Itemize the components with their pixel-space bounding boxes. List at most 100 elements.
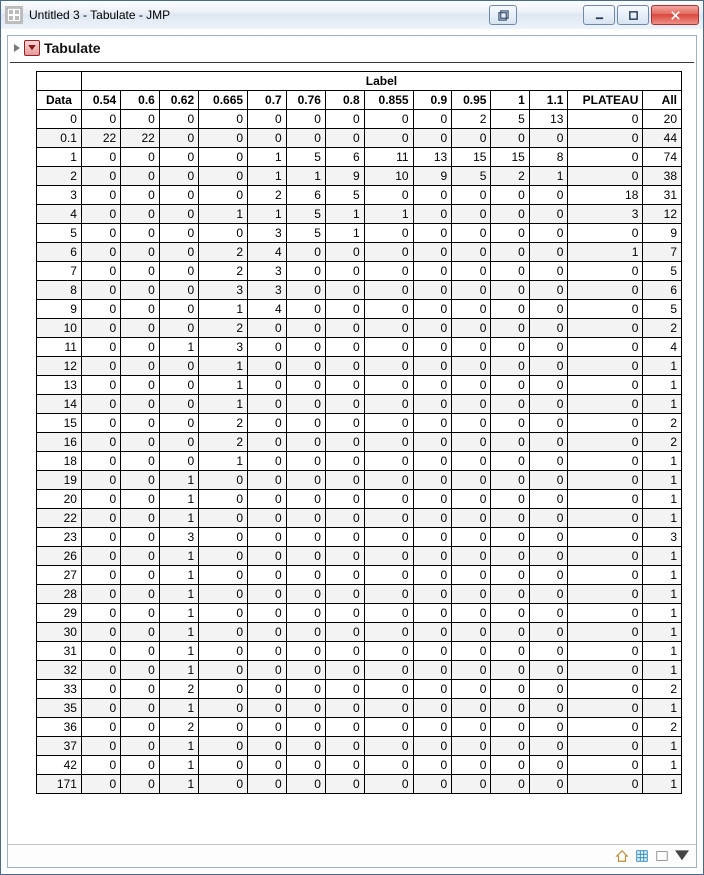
cell: 9 xyxy=(413,167,452,186)
table-container[interactable]: Label Data 0.540.60.620.6650.70.760.80.8… xyxy=(8,63,696,844)
window-controls xyxy=(581,5,699,25)
cell: 0 xyxy=(121,243,160,262)
column-header[interactable]: 0.855 xyxy=(364,91,413,110)
cell: 15 xyxy=(452,148,491,167)
cell: 0 xyxy=(81,718,120,737)
column-header[interactable]: 1 xyxy=(491,91,529,110)
table-row[interactable]: 2300300000000003 xyxy=(37,528,682,547)
cell: 0 xyxy=(491,433,529,452)
cell: 0 xyxy=(248,566,287,585)
table-row[interactable]: 600024000000017 xyxy=(37,243,682,262)
cell: 0 xyxy=(413,680,452,699)
cell: 0 xyxy=(364,300,413,319)
table-row[interactable]: 2600100000000001 xyxy=(37,547,682,566)
disclosure-icon[interactable] xyxy=(12,43,22,53)
table-row[interactable]: 3200100000000001 xyxy=(37,661,682,680)
cell: 0 xyxy=(568,566,643,585)
table-row[interactable]: 3000100000000001 xyxy=(37,623,682,642)
cell: 0 xyxy=(199,737,248,756)
table-row[interactable]: 800033000000006 xyxy=(37,281,682,300)
close-button[interactable] xyxy=(651,5,699,25)
table-row[interactable]: 2700100000000001 xyxy=(37,566,682,585)
cell: 0 xyxy=(568,224,643,243)
column-header[interactable]: 0.95 xyxy=(452,91,491,110)
table-row[interactable]: 3600200000000002 xyxy=(37,718,682,737)
cell: 0 xyxy=(81,205,120,224)
table-row[interactable]: 2800100000000001 xyxy=(37,585,682,604)
cell: 0 xyxy=(491,129,529,148)
column-header[interactable]: PLATEAU xyxy=(568,91,643,110)
minimize-button[interactable] xyxy=(583,5,615,25)
table-row[interactable]: 2200100000000001 xyxy=(37,509,682,528)
cell: 2 xyxy=(199,262,248,281)
table-row[interactable]: 10000156111315158074 xyxy=(37,148,682,167)
table-row[interactable]: 1800010000000001 xyxy=(37,452,682,471)
cell: 3 xyxy=(248,262,287,281)
table-row[interactable]: 1300010000000001 xyxy=(37,376,682,395)
cell: 0 xyxy=(364,642,413,661)
table-row[interactable]: 30000265000001831 xyxy=(37,186,682,205)
table-row[interactable]: 3700100000000001 xyxy=(37,737,682,756)
table-row[interactable]: 1900100000000001 xyxy=(37,471,682,490)
table-row[interactable]: 17100100000000001 xyxy=(37,775,682,794)
cell: 0 xyxy=(248,509,287,528)
cell: 0 xyxy=(364,509,413,528)
table-row[interactable]: 1400010000000001 xyxy=(37,395,682,414)
cell: 0 xyxy=(568,509,643,528)
table-row[interactable]: 500003510000009 xyxy=(37,224,682,243)
cell: 0 xyxy=(529,642,568,661)
cell: 0 xyxy=(159,452,198,471)
column-header[interactable]: 0.9 xyxy=(413,91,452,110)
cell: 0 xyxy=(364,186,413,205)
table-row[interactable]: 1600020000000002 xyxy=(37,433,682,452)
table-row[interactable]: 0.122220000000000044 xyxy=(37,129,682,148)
column-header[interactable]: 0.76 xyxy=(286,91,325,110)
cell: 0 xyxy=(248,604,287,623)
cell: 0 xyxy=(364,585,413,604)
doc-restore-button[interactable] xyxy=(489,5,517,25)
table-row[interactable]: 1000020000000002 xyxy=(37,319,682,338)
table-row[interactable]: 1200010000000001 xyxy=(37,357,682,376)
cell: 0 xyxy=(364,376,413,395)
cell: 2 xyxy=(199,414,248,433)
cell: 0 xyxy=(121,528,160,547)
table-row[interactable]: 00000000002513020 xyxy=(37,110,682,129)
cell: 0 xyxy=(248,642,287,661)
cell: 0 xyxy=(491,509,529,528)
cell: 0 xyxy=(364,623,413,642)
table-row[interactable]: 2000100000000001 xyxy=(37,490,682,509)
cell: 0 xyxy=(159,167,198,186)
table-row[interactable]: 4200100000000001 xyxy=(37,756,682,775)
cell: 0 xyxy=(81,642,120,661)
section-header: Tabulate xyxy=(10,36,694,63)
column-header[interactable]: All xyxy=(643,91,682,110)
cell: 0 xyxy=(121,148,160,167)
options-menu-icon[interactable] xyxy=(674,848,690,864)
table-row[interactable]: 700023000000005 xyxy=(37,262,682,281)
data-table-icon[interactable] xyxy=(634,848,650,864)
home-icon[interactable] xyxy=(614,848,630,864)
column-header[interactable]: 0.62 xyxy=(159,91,198,110)
column-header[interactable]: 1.1 xyxy=(529,91,568,110)
table-row[interactable]: 3500100000000001 xyxy=(37,699,682,718)
cell: 1 xyxy=(643,566,682,585)
table-row[interactable]: 20000119109521038 xyxy=(37,167,682,186)
table-row[interactable]: 4000115110000312 xyxy=(37,205,682,224)
cell: 0 xyxy=(121,471,160,490)
hotspot-menu-icon[interactable] xyxy=(24,40,40,56)
column-header[interactable]: 0.7 xyxy=(248,91,287,110)
column-header[interactable]: 0.8 xyxy=(325,91,364,110)
table-row[interactable]: 900014000000005 xyxy=(37,300,682,319)
thumbnail-icon[interactable] xyxy=(654,848,670,864)
titlebar[interactable]: Untitled 3 - Tabulate - JMP xyxy=(1,1,703,30)
column-header[interactable]: 0.665 xyxy=(199,91,248,110)
table-row[interactable]: 2900100000000001 xyxy=(37,604,682,623)
table-row[interactable]: 3100100000000001 xyxy=(37,642,682,661)
table-row[interactable]: 1100130000000004 xyxy=(37,338,682,357)
table-row[interactable]: 1500020000000002 xyxy=(37,414,682,433)
column-header[interactable]: 0.6 xyxy=(121,91,160,110)
column-header[interactable]: 0.54 xyxy=(81,91,120,110)
cell: 0 xyxy=(199,129,248,148)
table-row[interactable]: 3300200000000002 xyxy=(37,680,682,699)
maximize-button[interactable] xyxy=(617,5,649,25)
